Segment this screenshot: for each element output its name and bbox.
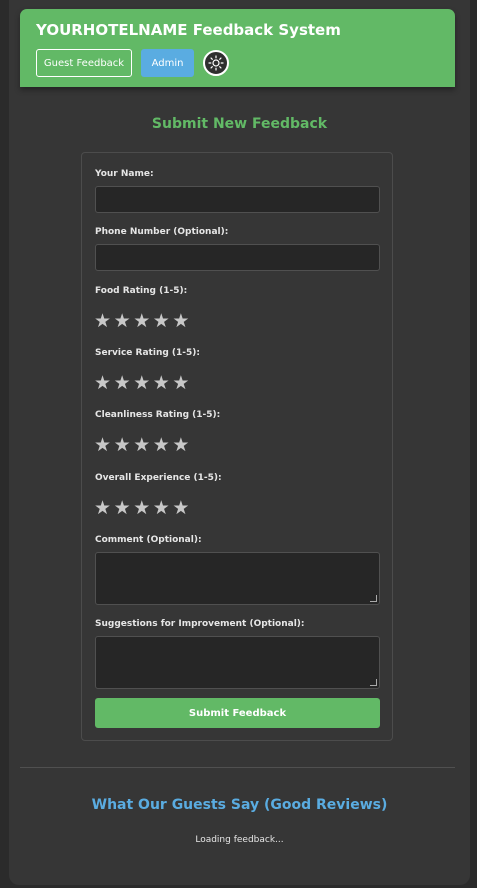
loading-status: Loading feedback...	[195, 835, 284, 845]
suggestions-label: Suggestions for Improvement (Optional):	[95, 619, 305, 629]
cleanliness-star-2[interactable]: ★	[114, 435, 134, 455]
service-star-2[interactable]: ★	[114, 373, 134, 393]
service-star-4[interactable]: ★	[153, 373, 173, 393]
name-label: Your Name:	[95, 169, 154, 179]
section-divider	[20, 767, 455, 768]
cleanliness-star-5[interactable]: ★	[172, 435, 192, 455]
cleanliness-star-1[interactable]: ★	[94, 435, 114, 455]
service-star-1[interactable]: ★	[94, 373, 114, 393]
overall-star-4[interactable]: ★	[153, 498, 173, 518]
food-rating-label: Food Rating (1-5):	[95, 286, 188, 296]
food-rating-stars: ★ ★ ★ ★ ★	[94, 311, 192, 331]
feedback-form: Your Name: Phone Number (Optional): Food…	[81, 152, 393, 741]
service-star-3[interactable]: ★	[133, 373, 153, 393]
app-header: YOURHOTELNAME Feedback System Guest Feed…	[20, 9, 455, 87]
comment-label: Comment (Optional):	[95, 535, 202, 545]
submit-feedback-button[interactable]: Submit Feedback	[95, 698, 380, 728]
overall-star-1[interactable]: ★	[94, 498, 114, 518]
phone-input[interactable]	[95, 244, 380, 271]
cleanliness-star-4[interactable]: ★	[153, 435, 173, 455]
submit-feedback-title: Submit New Feedback	[151, 116, 328, 132]
name-input[interactable]	[95, 186, 380, 213]
app-title: YOURHOTELNAME Feedback System	[36, 21, 341, 39]
overall-rating-stars: ★ ★ ★ ★ ★	[94, 498, 192, 518]
cleanliness-star-3[interactable]: ★	[133, 435, 153, 455]
suggestions-textarea[interactable]	[95, 636, 380, 689]
food-star-5[interactable]: ★	[172, 311, 192, 331]
food-star-1[interactable]: ★	[94, 311, 114, 331]
service-star-5[interactable]: ★	[172, 373, 192, 393]
service-rating-stars: ★ ★ ★ ★ ★	[94, 373, 192, 393]
comment-textarea[interactable]	[95, 552, 380, 605]
overall-rating-label: Overall Experience (1-5):	[95, 473, 222, 483]
theme-toggle-button[interactable]	[203, 50, 229, 76]
page-container: YOURHOTELNAME Feedback System Guest Feed…	[9, 0, 470, 885]
guest-feedback-button[interactable]: Guest Feedback	[36, 49, 132, 77]
sun-icon	[208, 55, 224, 71]
overall-star-2[interactable]: ★	[114, 498, 134, 518]
cleanliness-rating-stars: ★ ★ ★ ★ ★	[94, 435, 192, 455]
overall-star-5[interactable]: ★	[172, 498, 192, 518]
phone-label: Phone Number (Optional):	[95, 227, 229, 237]
service-rating-label: Service Rating (1-5):	[95, 348, 201, 358]
good-reviews-title: What Our Guests Say (Good Reviews)	[91, 797, 388, 813]
admin-button[interactable]: Admin	[141, 49, 194, 77]
food-star-3[interactable]: ★	[133, 311, 153, 331]
resize-handle-icon[interactable]	[370, 679, 377, 686]
food-star-4[interactable]: ★	[153, 311, 173, 331]
overall-star-3[interactable]: ★	[133, 498, 153, 518]
food-star-2[interactable]: ★	[114, 311, 134, 331]
resize-handle-icon[interactable]	[370, 595, 377, 602]
cleanliness-rating-label: Cleanliness Rating (1-5):	[95, 410, 221, 420]
